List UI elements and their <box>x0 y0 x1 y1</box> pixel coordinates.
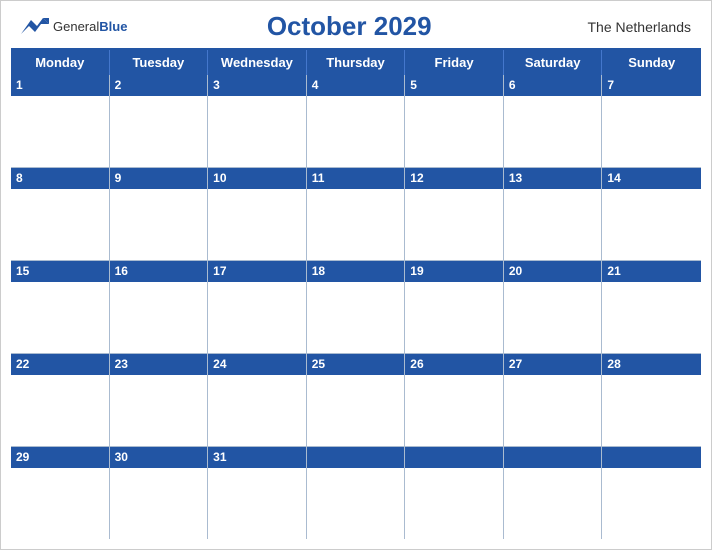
calendar-grid: Monday Tuesday Wednesday Thursday Friday… <box>11 48 701 539</box>
day-empty-2 <box>405 447 504 539</box>
day-9: 9 <box>110 168 209 260</box>
day-4: 4 <box>307 75 406 167</box>
day-19: 19 <box>405 261 504 353</box>
day-5: 5 <box>405 75 504 167</box>
day-27: 27 <box>504 354 603 446</box>
header-thursday: Thursday <box>307 50 406 75</box>
calendar: GeneralBlue October 2029 The Netherlands… <box>0 0 712 550</box>
day-31: 31 <box>208 447 307 539</box>
logo-bird-icon <box>21 16 49 38</box>
week-row-5: 29 30 31 <box>11 447 701 539</box>
day-16: 16 <box>110 261 209 353</box>
header-tuesday: Tuesday <box>110 50 209 75</box>
day-7: 7 <box>602 75 701 167</box>
day-21: 21 <box>602 261 701 353</box>
logo-text: GeneralBlue <box>53 18 127 36</box>
logo-blue: Blue <box>99 19 127 34</box>
header-saturday: Saturday <box>504 50 603 75</box>
header-wednesday: Wednesday <box>208 50 307 75</box>
logo: GeneralBlue <box>21 16 127 38</box>
calendar-header: GeneralBlue October 2029 The Netherlands <box>1 1 711 48</box>
week-row-2: 8 9 10 11 12 13 14 <box>11 168 701 261</box>
day-2: 2 <box>110 75 209 167</box>
weeks-container: 1 2 3 4 5 6 7 8 9 10 11 12 13 14 15 16 <box>11 75 701 539</box>
day-23: 23 <box>110 354 209 446</box>
calendar-title: October 2029 <box>127 11 571 42</box>
day-18: 18 <box>307 261 406 353</box>
day-13: 13 <box>504 168 603 260</box>
day-17: 17 <box>208 261 307 353</box>
day-22: 22 <box>11 354 110 446</box>
week-row-3: 15 16 17 18 19 20 21 <box>11 261 701 354</box>
day-empty-1 <box>307 447 406 539</box>
day-15: 15 <box>11 261 110 353</box>
header-sunday: Sunday <box>602 50 701 75</box>
day-29: 29 <box>11 447 110 539</box>
header-monday: Monday <box>11 50 110 75</box>
week-row-4: 22 23 24 25 26 27 28 <box>11 354 701 447</box>
country-label: The Netherlands <box>571 19 691 35</box>
day-empty-3 <box>504 447 603 539</box>
day-3: 3 <box>208 75 307 167</box>
day-26: 26 <box>405 354 504 446</box>
day-28: 28 <box>602 354 701 446</box>
day-12: 12 <box>405 168 504 260</box>
day-6: 6 <box>504 75 603 167</box>
logo-general: General <box>53 19 99 34</box>
day-30: 30 <box>110 447 209 539</box>
week-row-1: 1 2 3 4 5 6 7 <box>11 75 701 168</box>
day-headers: Monday Tuesday Wednesday Thursday Friday… <box>11 50 701 75</box>
day-1: 1 <box>11 75 110 167</box>
day-10: 10 <box>208 168 307 260</box>
day-11: 11 <box>307 168 406 260</box>
day-14: 14 <box>602 168 701 260</box>
day-empty-4 <box>602 447 701 539</box>
day-25: 25 <box>307 354 406 446</box>
header-friday: Friday <box>405 50 504 75</box>
day-20: 20 <box>504 261 603 353</box>
day-8: 8 <box>11 168 110 260</box>
day-24: 24 <box>208 354 307 446</box>
